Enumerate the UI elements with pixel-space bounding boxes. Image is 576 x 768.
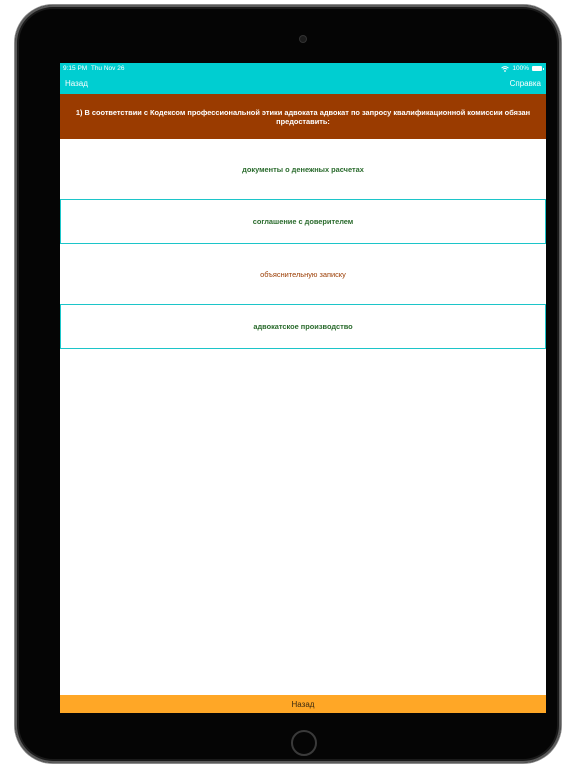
bottom-back-button[interactable]: Назад [60,695,546,713]
answer-option-2[interactable]: соглашение с доверителем [60,199,546,244]
app-screen: 9:15 PM Thu Nov 26 100% Назад Справка 1)… [60,63,546,713]
battery-icon [532,66,544,71]
status-time-date: 9:15 PM Thu Nov 26 [63,65,124,72]
answer-option-1[interactable]: документы о денежных расчетах [60,147,546,191]
status-right: 100% [501,65,544,72]
wifi-icon [501,65,510,72]
answer-option-4[interactable]: адвокатское производство [60,304,546,349]
status-bar: 9:15 PM Thu Nov 26 100% [60,63,546,75]
help-button[interactable]: Справка [510,79,541,88]
home-button[interactable] [291,730,317,756]
battery-percent: 100% [512,65,529,72]
answer-option-3[interactable]: объяснительную записку [60,252,546,296]
status-date: Thu Nov 26 [90,65,125,72]
ipad-frame: 9:15 PM Thu Nov 26 100% Назад Справка 1)… [15,5,561,763]
nav-bar: Назад Справка [60,75,546,94]
question-text: 1) В соответствии с Кодексом профессиона… [60,94,546,139]
camera-icon [300,36,306,42]
back-button[interactable]: Назад [65,79,88,88]
status-time: 9:15 PM [63,65,88,72]
